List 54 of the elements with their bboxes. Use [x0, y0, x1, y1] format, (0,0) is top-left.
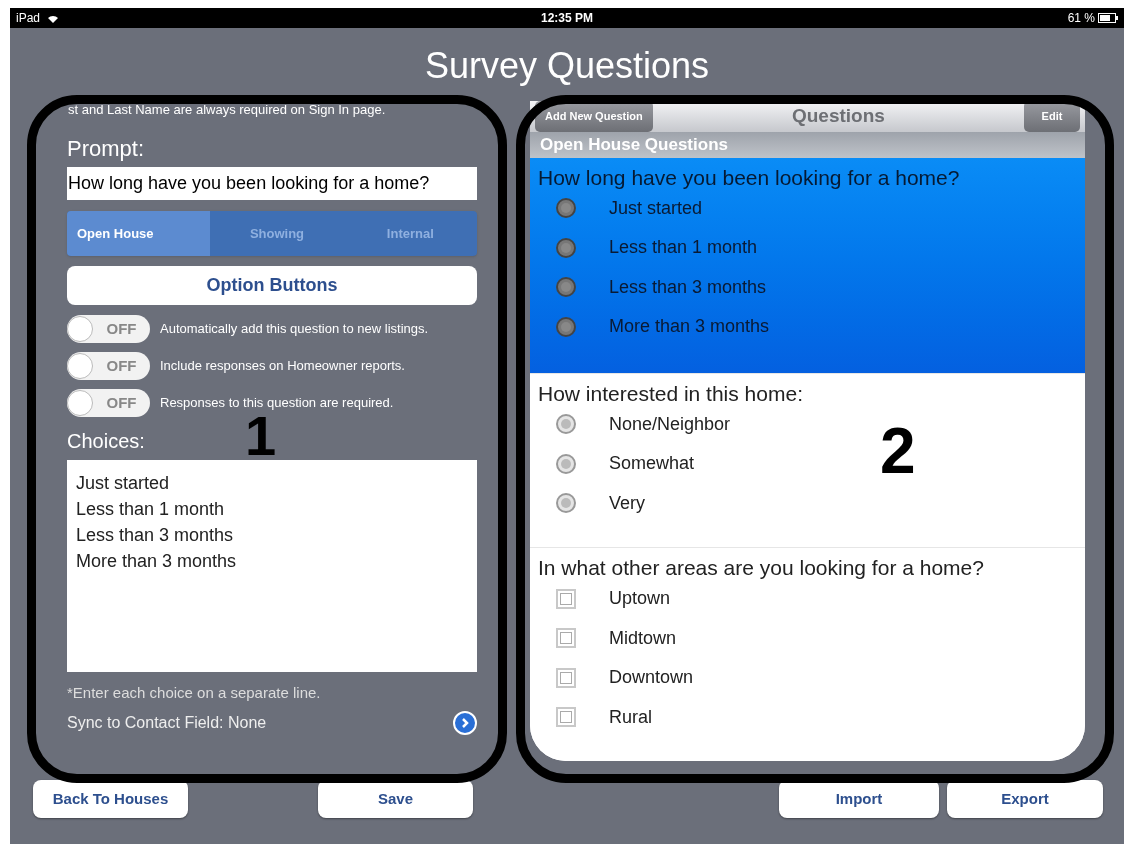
option-label: Downtown [609, 666, 694, 690]
choice-line: More than 3 months [76, 550, 238, 573]
prompt-field[interactable]: How long have you been looking for a home? [67, 167, 477, 200]
device-name: iPad [16, 10, 41, 27]
toggle-label: Responses to this question are required. [160, 394, 394, 413]
export-button[interactable]: Export [947, 780, 1103, 818]
radio-button[interactable] [556, 316, 576, 337]
checkbox[interactable] [556, 707, 576, 728]
option-label: Very [609, 491, 646, 515]
choice-line: Just started [76, 472, 171, 495]
option-label: Less than 3 months [609, 275, 767, 299]
radio-button[interactable] [556, 198, 576, 219]
radio-button[interactable] [556, 493, 576, 514]
choices-field[interactable]: Just started Less than 1 month Less than 3 months More than 3 months [67, 460, 477, 672]
radio-button[interactable] [556, 414, 576, 435]
option-label: Midtown [609, 626, 677, 650]
callout-number: 2 [880, 425, 916, 477]
chevron-right-icon[interactable] [453, 711, 477, 735]
battery-icon [1098, 13, 1118, 23]
toggle-label: Include responses on Homeowner reports. [160, 357, 405, 376]
battery-percent: 61 % [1067, 10, 1095, 27]
option-label: More than 3 months [609, 315, 770, 339]
save-button[interactable]: Save [318, 780, 473, 818]
option-label: Uptown [609, 587, 671, 611]
question-text: How long have you been looking for a home? [538, 164, 961, 189]
option-label: Rural [609, 705, 652, 729]
option-label: Just started [609, 196, 703, 220]
checkbox[interactable] [556, 628, 576, 649]
checkbox[interactable] [556, 588, 576, 609]
hint-text: *Enter each choice on a separate line. [67, 683, 322, 702]
option-label: None/Neighbor [609, 412, 731, 436]
question-row[interactable]: How long have you been looking for a home? Just started Less than 1 month Less than 3 months More than 3 months [530, 157, 1085, 374]
prompt-label: Prompt: [67, 135, 146, 162]
question-text: In what other areas are you looking for a home? [538, 555, 985, 579]
radio-button[interactable] [556, 237, 576, 258]
clock: 12:35 PM [540, 10, 594, 27]
back-button[interactable]: Back To Houses [33, 780, 188, 818]
checkbox[interactable] [556, 667, 576, 688]
sync-label: Sync to Contact Field: None [67, 713, 267, 733]
question-text: How interested in this home: [538, 380, 804, 405]
page-title: Survey Questions [424, 44, 710, 88]
choice-line: Less than 3 months [76, 524, 235, 547]
section-header: Open House Questions [530, 132, 1085, 158]
option-label: Less than 1 month [609, 236, 758, 260]
note-text: st and Last Name are always required on Sign In page. [67, 101, 387, 118]
choices-label: Choices: [67, 429, 145, 452]
choice-line: Less than 1 month [76, 498, 226, 521]
type-button[interactable]: Option Buttons [67, 266, 477, 305]
nav-title: Questions [791, 104, 885, 129]
callout-number: 1 [245, 416, 277, 456]
option-label: Somewhat [609, 452, 695, 476]
radio-button[interactable] [556, 453, 576, 474]
toggle-label: Automatically add this question to new listings. [160, 320, 429, 339]
radio-button[interactable] [556, 277, 576, 298]
